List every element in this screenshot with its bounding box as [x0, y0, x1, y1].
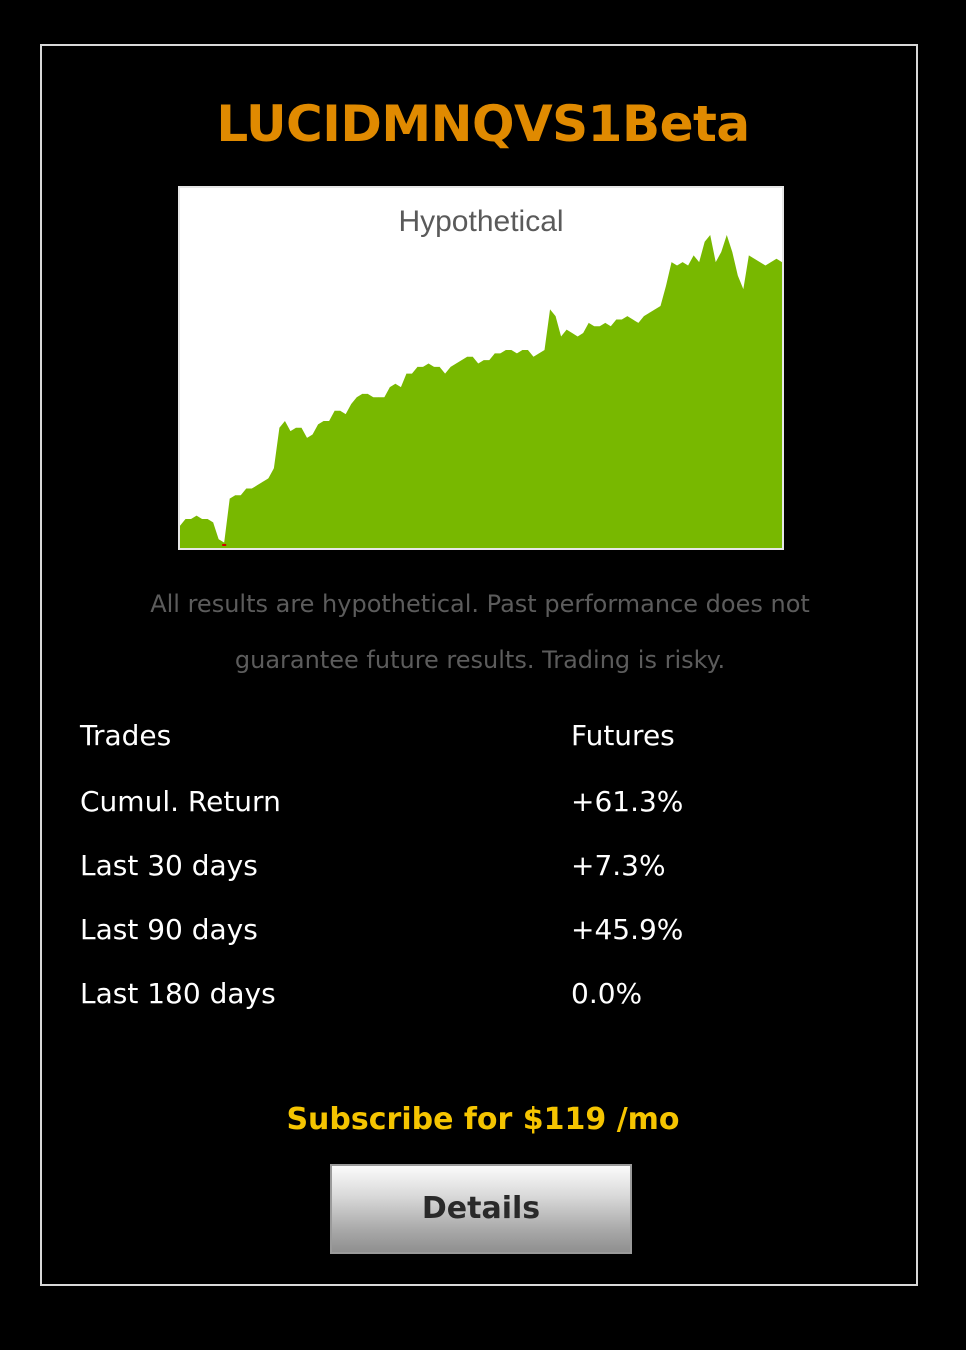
chart-label: Hypothetical: [398, 205, 564, 238]
stat-value: +7.3%: [571, 849, 666, 882]
disclaimer-line-1: All results are hypothetical. Past perfo…: [150, 590, 810, 618]
stat-label: Last 30 days: [80, 849, 258, 882]
stat-value: +61.3%: [571, 785, 684, 818]
equity-area-series: [180, 235, 782, 548]
drawdown-marker: [222, 544, 227, 546]
strategy-title: LUCIDMNQVS1Beta: [216, 95, 750, 153]
stat-row-last-90-days: Last 90 days +45.9%: [80, 904, 840, 968]
subscribe-price-text: Subscribe for $119 /mo: [286, 1102, 680, 1137]
stats-table: Trades Futures Cumul. Return +61.3% Last…: [80, 710, 840, 1032]
stat-value: Futures: [571, 719, 675, 752]
stat-row-last-30-days: Last 30 days +7.3%: [80, 840, 840, 904]
stat-label: Cumul. Return: [80, 785, 281, 818]
stat-row-last-180-days: Last 180 days 0.0%: [80, 968, 840, 1032]
stat-label: Last 180 days: [80, 977, 276, 1010]
stat-row-trades: Trades Futures: [80, 710, 840, 776]
stat-row-cumulative-return: Cumul. Return +61.3%: [80, 776, 840, 840]
disclaimer-line-2: guarantee future results. Trading is ris…: [234, 646, 726, 674]
stat-label: Trades: [80, 719, 172, 752]
details-button[interactable]: Details: [330, 1164, 632, 1254]
stat-value: 0.0%: [571, 977, 643, 1010]
disclaimer-text: All results are hypothetical. Past perfo…: [120, 576, 840, 688]
performance-chart: Hypothetical: [178, 186, 784, 550]
stat-value: +45.9%: [571, 913, 684, 946]
stat-label: Last 90 days: [80, 913, 258, 946]
equity-curve-chart: [180, 234, 782, 548]
